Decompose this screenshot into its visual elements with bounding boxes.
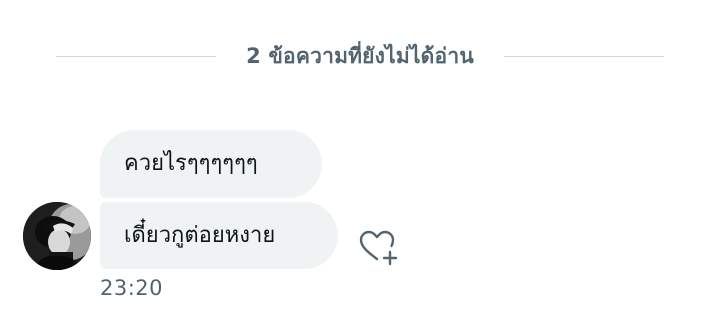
message-text: เดี๋ยวกูต่อยหงาย — [124, 222, 276, 248]
divider-line-right — [503, 55, 665, 57]
unread-messages-divider: 2 ข้อความที่ยังไม่ได้อ่าน — [56, 38, 665, 74]
sender-avatar[interactable] — [23, 202, 91, 270]
avatar-image — [23, 202, 91, 270]
unread-count-label: 2 ข้อความที่ยังไม่ได้อ่าน — [246, 43, 474, 68]
message-bubble[interactable]: เดี๋ยวกูต่อยหงาย — [100, 202, 338, 269]
message-timestamp: 23:20 — [100, 276, 164, 300]
add-reaction-button[interactable] — [355, 226, 399, 270]
heart-plus-icon — [359, 230, 398, 266]
message-bubble[interactable]: ควยไรๆๆๆๆๆๆ — [100, 130, 322, 198]
divider-line-left — [56, 55, 217, 57]
conversation-view: 2 ข้อความที่ยังไม่ได้อ่าน ควยไรๆๆๆๆๆๆ เด… — [0, 0, 720, 326]
message-text: ควยไรๆๆๆๆๆๆ — [124, 151, 258, 176]
